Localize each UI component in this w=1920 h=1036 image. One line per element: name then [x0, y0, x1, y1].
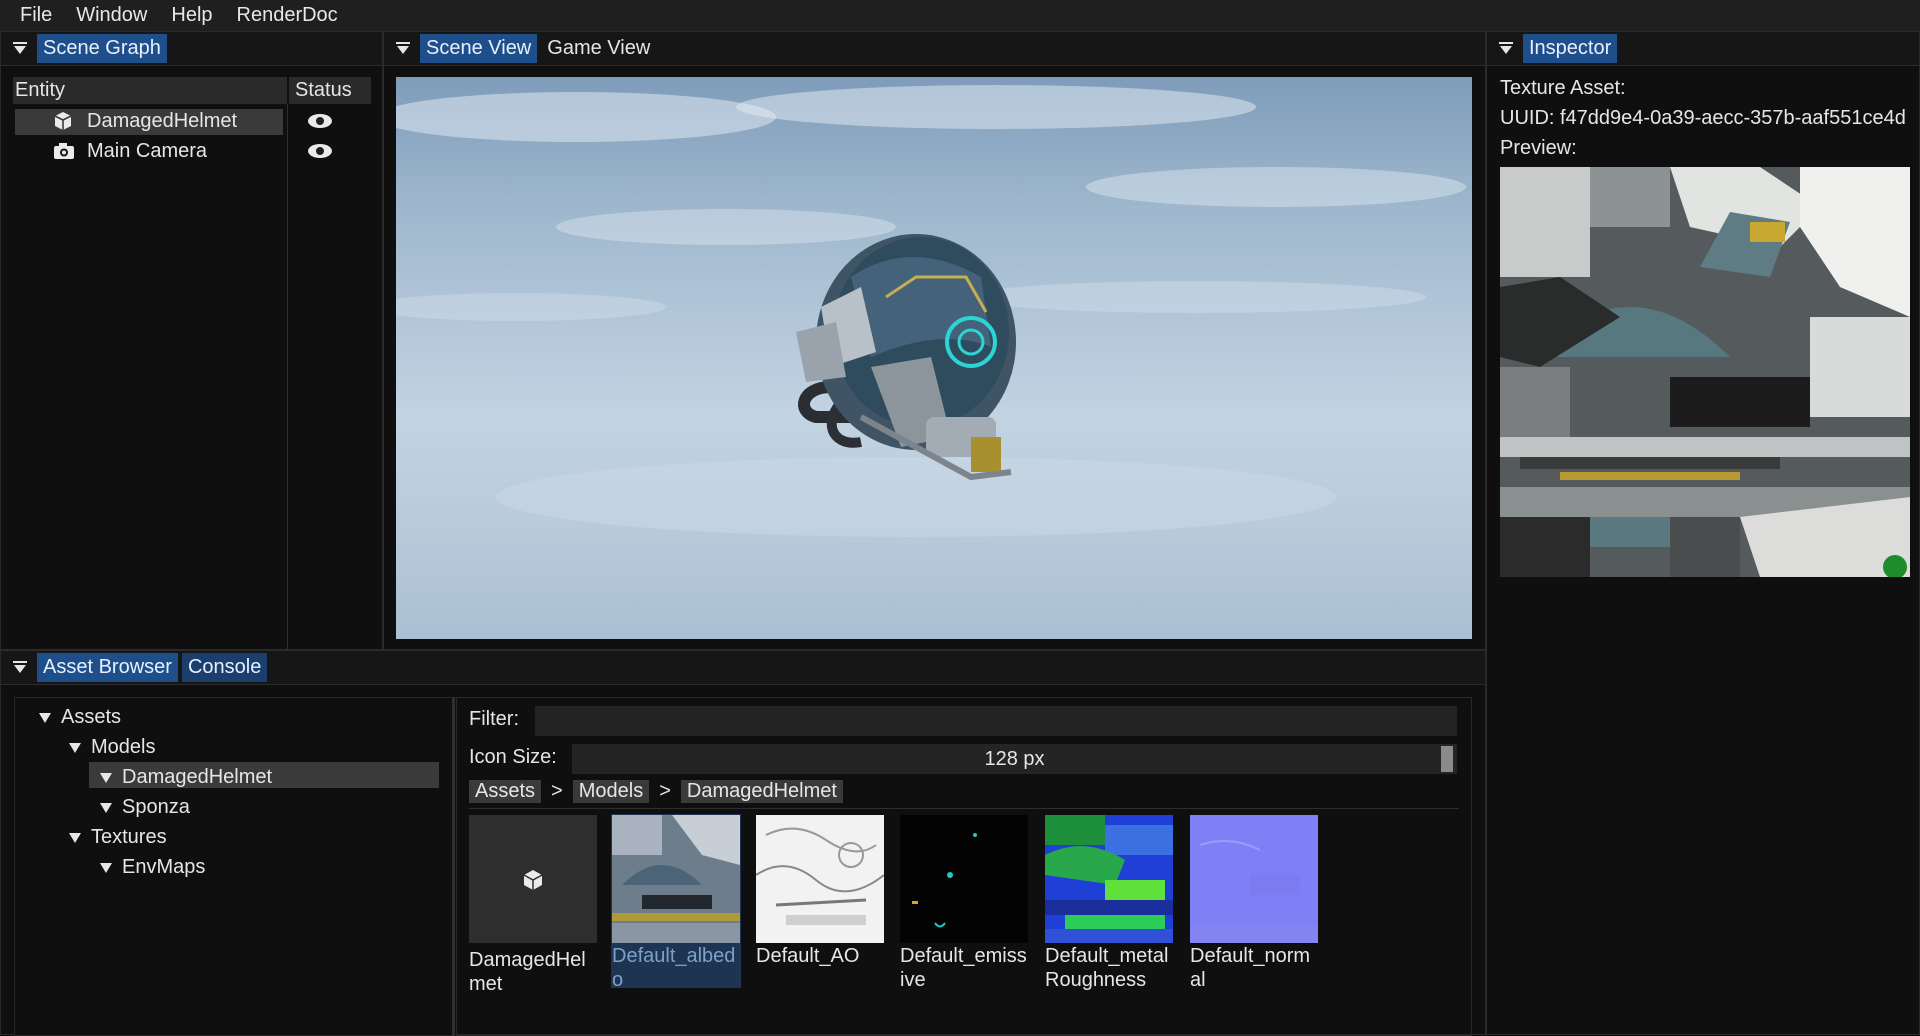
scene-graph-panel: Scene Graph Entity Status DamagedHelmet … — [0, 31, 383, 670]
breadcrumb-separator: > — [551, 779, 563, 802]
entity-label: DamagedHelmet — [87, 110, 238, 132]
tab-asset-browser[interactable]: Asset Browser — [37, 653, 178, 682]
cube-icon — [54, 112, 72, 130]
icon-size-label: Icon Size: — [469, 746, 557, 768]
uuid-label: UUID: f47dd9e4-0a39-aecc-357b-aaf551ce4d — [1500, 107, 1906, 129]
breadcrumb-separator: > — [659, 779, 671, 802]
scene-graph-header: Scene Graph — [1, 32, 382, 66]
tab-game-view[interactable]: Game View — [541, 34, 656, 63]
entity-row[interactable]: DamagedHelmet — [15, 109, 283, 135]
breadcrumb-models[interactable]: Models — [572, 779, 650, 803]
tree-node-label: Sponza — [122, 796, 190, 818]
collapse-icon[interactable] — [13, 41, 27, 56]
expand-arrow-icon — [39, 712, 51, 723]
tab-console[interactable]: Console — [181, 653, 268, 682]
breadcrumb: Assets > Models > DamagedHelmet — [469, 778, 843, 804]
folder-tree: Assets Models DamagedHelmet Sponza Textu… — [14, 697, 454, 1036]
asset-label: Default_emissive — [900, 945, 1027, 991]
filter-input[interactable] — [535, 706, 1457, 736]
column-divider — [287, 104, 288, 670]
asset-browser-header: Asset Browser Console — [1, 651, 1485, 685]
expand-arrow-icon — [69, 832, 81, 843]
preview-label: Preview: — [1500, 137, 1577, 159]
expand-arrow-icon — [100, 772, 112, 783]
menu-help[interactable]: Help — [171, 4, 212, 27]
entity-column-header[interactable]: Entity — [13, 77, 287, 104]
slider-handle[interactable] — [1441, 746, 1453, 772]
asset-label: Default_AO — [756, 945, 860, 967]
expand-arrow-icon — [100, 862, 112, 873]
breadcrumb-assets[interactable]: Assets — [469, 779, 542, 803]
asset-label: Default_normal — [1190, 945, 1311, 991]
tree-node-label: Textures — [91, 826, 167, 848]
emissive-thumbnail[interactable] — [900, 815, 1028, 943]
tab-scene-view[interactable]: Scene View — [420, 34, 538, 63]
divider — [469, 808, 1459, 809]
albedo-thumbnail[interactable] — [612, 815, 740, 943]
scene-viewport[interactable] — [396, 77, 1472, 639]
expand-arrow-icon — [69, 742, 81, 753]
cube-icon — [523, 870, 543, 890]
menu-renderdoc[interactable]: RenderDoc — [237, 4, 338, 27]
metal-roughness-thumbnail[interactable] — [1045, 815, 1173, 943]
asset-content-area: Filter: Icon Size: 128 px Assets > Model… — [456, 697, 1472, 1036]
viewport-panel: Scene View Game View — [383, 31, 1486, 650]
splitter[interactable] — [452, 697, 455, 1036]
filter-label: Filter: — [469, 708, 519, 730]
asset-label: Default_metalRoughness — [1045, 945, 1169, 991]
asset-type-label: Texture Asset: — [1500, 77, 1626, 99]
menu-bar: File Window Help RenderDoc — [0, 0, 1920, 31]
ao-thumbnail[interactable] — [756, 815, 884, 943]
breadcrumb-damagedhelmet[interactable]: DamagedHelmet — [680, 779, 843, 803]
collapse-icon[interactable] — [13, 660, 27, 675]
tree-node-label: Assets — [61, 706, 122, 728]
visibility-eye-icon[interactable] — [308, 141, 334, 161]
menu-file[interactable]: File — [20, 4, 52, 27]
tree-node[interactable]: Models — [69, 736, 155, 759]
tree-node[interactable]: Sponza — [100, 796, 190, 819]
tab-scene-graph[interactable]: Scene Graph — [37, 34, 167, 63]
inspector-header: Inspector — [1487, 32, 1919, 66]
asset-label: DamagedHelmet — [469, 949, 586, 995]
entity-label: Main Camera — [87, 140, 208, 162]
menu-window[interactable]: Window — [76, 4, 147, 27]
collapse-icon[interactable] — [1499, 41, 1513, 56]
viewport-header: Scene View Game View — [384, 32, 1485, 66]
expand-arrow-icon — [100, 802, 112, 813]
inspector-panel: Inspector Texture Asset: UUID: f47dd9e4-… — [1486, 31, 1920, 1035]
texture-preview — [1500, 167, 1910, 577]
tree-node[interactable]: Assets — [39, 706, 121, 729]
collapse-icon[interactable] — [396, 41, 410, 56]
entity-row[interactable]: Main Camera — [15, 139, 283, 165]
asset-label: Default_albedo — [612, 945, 736, 991]
status-column-header[interactable]: Status — [289, 77, 371, 104]
tree-node-label: Models — [91, 736, 156, 758]
tree-node[interactable]: DamagedHelmet — [100, 766, 272, 789]
camera-icon — [54, 143, 74, 159]
icon-size-value: 128 px — [984, 748, 1045, 770]
tree-node-label: EnvMaps — [122, 856, 206, 878]
tab-inspector[interactable]: Inspector — [1523, 34, 1618, 63]
icon-size-slider[interactable]: 128 px — [572, 744, 1457, 774]
asset-browser-panel: Asset Browser Console Assets Models Dama… — [0, 650, 1486, 1036]
tree-node-label: DamagedHelmet — [122, 766, 273, 788]
tree-node[interactable]: EnvMaps — [100, 856, 205, 879]
model-thumbnail[interactable] — [469, 815, 597, 943]
tree-node[interactable]: Textures — [69, 826, 167, 849]
normal-thumbnail[interactable] — [1190, 815, 1318, 943]
helmet-render — [396, 85, 1466, 537]
visibility-eye-icon[interactable] — [308, 111, 334, 131]
